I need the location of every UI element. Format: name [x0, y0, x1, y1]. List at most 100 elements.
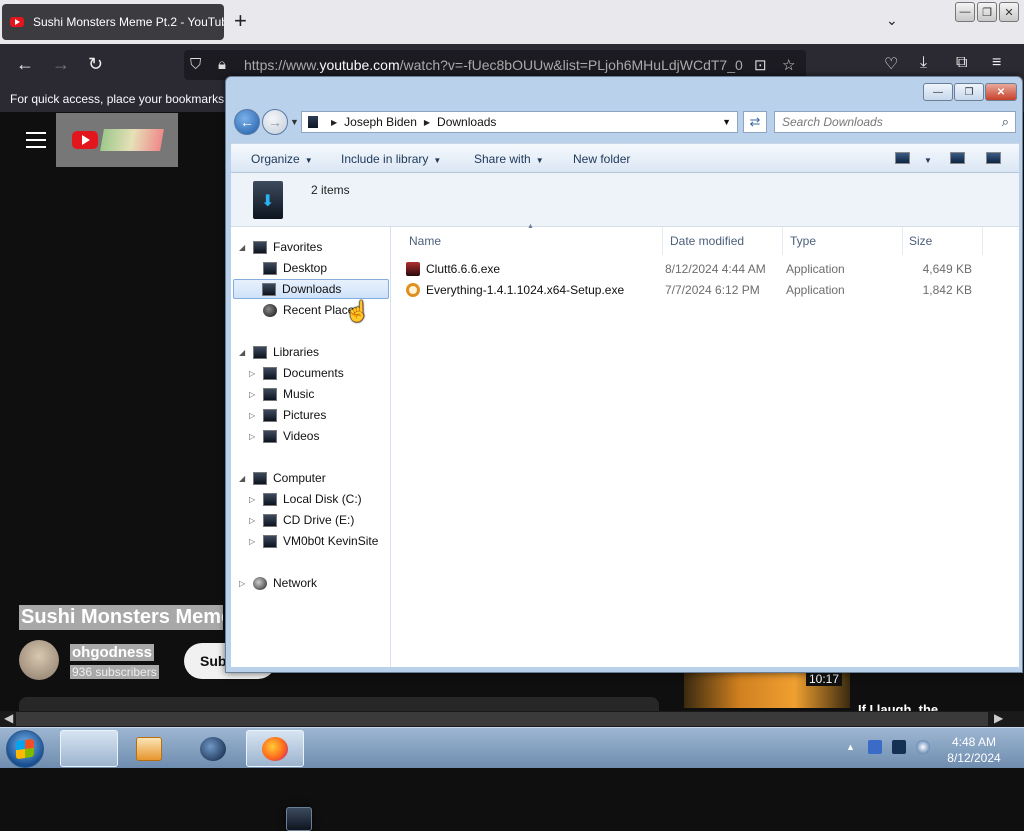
- system-clock[interactable]: 4:48 AM 8/12/2024: [936, 734, 1012, 766]
- explorer-window: — ❐ ✕ ← → ▼ ▶ Joseph Biden ▶ Downloads ▼…: [225, 76, 1023, 673]
- explorer-window-controls: — ❐ ✕: [923, 83, 1017, 101]
- share-with-button[interactable]: Share with ▼: [474, 152, 544, 166]
- browser-close-button[interactable]: ✕: [999, 2, 1019, 22]
- breadcrumb-separator-icon[interactable]: ▶: [331, 118, 337, 127]
- explorer-forward-button[interactable]: →: [262, 109, 288, 135]
- file-row[interactable]: Clutt6.6.6.exe 8/12/2024 4:44 AM Applica…: [406, 259, 981, 279]
- pocket-icon[interactable]: ♡: [884, 54, 898, 74]
- taskbar-media-player[interactable]: [120, 730, 178, 767]
- collapse-arrow-icon[interactable]: ▷: [249, 495, 259, 504]
- collapse-arrow-icon[interactable]: ▷: [249, 411, 259, 420]
- expand-arrow-icon[interactable]: ◢: [239, 348, 249, 357]
- search-icon[interactable]: ⌕: [1002, 114, 1009, 130]
- new-folder-button[interactable]: New folder: [573, 152, 630, 166]
- lock-icon[interactable]: 🔒︎: [218, 56, 226, 73]
- star-icon[interactable]: ☆: [782, 56, 795, 74]
- forward-button[interactable]: →: [52, 54, 70, 75]
- include-in-library-button[interactable]: Include in library ▼: [341, 152, 441, 166]
- extensions-icon[interactable]: ⧉: [956, 54, 967, 72]
- nav-downloads[interactable]: Downloads: [233, 279, 389, 299]
- collapse-arrow-icon[interactable]: ▷: [239, 579, 249, 588]
- volume-icon[interactable]: [916, 740, 930, 754]
- url-prefix: https://www.: [244, 57, 320, 73]
- channel-name[interactable]: ohgodness: [70, 644, 155, 661]
- scroll-track[interactable]: [16, 712, 988, 726]
- list-all-tabs-button[interactable]: ⌄: [886, 12, 898, 29]
- menu-icon[interactable]: ≡: [992, 54, 1001, 72]
- taskbar-explorer[interactable]: [60, 730, 312, 831]
- collapse-arrow-icon[interactable]: ▷: [249, 432, 259, 441]
- reload-button[interactable]: ↻: [88, 54, 103, 75]
- show-hidden-icons-icon[interactable]: ▲: [846, 742, 855, 752]
- nav-libraries[interactable]: ◢ Libraries: [239, 342, 319, 362]
- nav-network-drive[interactable]: ▷ VM0b0t KevinSite: [249, 531, 378, 551]
- file-date: 8/12/2024 4:44 AM: [665, 262, 766, 276]
- back-button[interactable]: ←: [16, 54, 34, 75]
- nav-label: Favorites: [273, 240, 323, 254]
- column-date-modified[interactable]: Date modified: [663, 227, 783, 255]
- breadcrumb-separator-icon[interactable]: ▶: [424, 118, 430, 127]
- preview-pane-icon[interactable]: [950, 152, 965, 164]
- nav-favorites[interactable]: ◢ Favorites: [239, 237, 322, 257]
- organize-button[interactable]: Organize ▼: [251, 152, 313, 166]
- scroll-right-icon[interactable]: ▶: [994, 711, 1003, 725]
- explorer-maximize-button[interactable]: ❐: [954, 83, 984, 101]
- breadcrumb-downloads[interactable]: Downloads: [437, 115, 496, 129]
- help-icon[interactable]: [986, 152, 1001, 164]
- nav-cd-drive[interactable]: ▷ CD Drive (E:): [249, 510, 354, 530]
- nav-label: Computer: [273, 471, 326, 485]
- taskbar-internet-explorer[interactable]: [184, 730, 242, 767]
- nav-local-disk[interactable]: ▷ Local Disk (C:): [249, 489, 362, 509]
- file-row[interactable]: Everything-1.4.1.1024.x64-Setup.exe 7/7/…: [406, 280, 981, 300]
- new-tab-button[interactable]: +: [234, 8, 247, 34]
- youtube-menu-icon[interactable]: [26, 132, 46, 153]
- file-size: 4,649 KB: [922, 262, 972, 276]
- nav-documents[interactable]: ▷ Documents: [249, 363, 344, 383]
- reader-icon[interactable]: ⊡: [754, 56, 767, 74]
- nav-videos[interactable]: ▷ Videos: [249, 426, 319, 446]
- clock-date: 8/12/2024: [947, 751, 1001, 765]
- browser-restore-button[interactable]: ❐: [977, 2, 997, 22]
- nav-network[interactable]: ▷ Network: [239, 573, 317, 593]
- change-view-icon[interactable]: [895, 152, 910, 164]
- view-options-dropdown-icon[interactable]: ▼: [919, 152, 932, 166]
- nav-desktop[interactable]: Desktop: [263, 258, 327, 278]
- collapse-arrow-icon[interactable]: ▷: [249, 390, 259, 399]
- explorer-close-button[interactable]: ✕: [985, 83, 1017, 101]
- recent-pages-dropdown-icon[interactable]: ▼: [290, 117, 299, 127]
- explorer-back-button[interactable]: ←: [234, 109, 260, 135]
- breadcrumb-joseph-biden[interactable]: Joseph Biden: [344, 115, 417, 129]
- address-dropdown-icon[interactable]: ▼: [722, 117, 731, 127]
- refresh-button[interactable]: ⇄: [743, 111, 767, 133]
- display-icon[interactable]: [892, 740, 906, 754]
- expand-arrow-icon[interactable]: ◢: [239, 243, 249, 252]
- expand-arrow-icon[interactable]: ◢: [239, 474, 249, 483]
- collapse-arrow-icon[interactable]: ▷: [249, 537, 259, 546]
- url-host: youtube.com: [319, 57, 400, 73]
- explorer-minimize-button[interactable]: —: [923, 83, 953, 101]
- browser-tab-youtube[interactable]: Sushi Monsters Meme Pt.2 - YouTube ✕: [2, 4, 224, 40]
- nav-computer[interactable]: ◢ Computer: [239, 468, 326, 488]
- column-name[interactable]: ▲ Name: [391, 223, 663, 255]
- column-size[interactable]: Size: [903, 227, 983, 255]
- horizontal-scrollbar[interactable]: ◀ ▶: [0, 711, 1024, 727]
- nav-music[interactable]: ▷ Music: [249, 384, 314, 404]
- taskbar-firefox[interactable]: [246, 730, 304, 767]
- item-count: 2 items: [311, 183, 350, 197]
- shield-icon[interactable]: ⛉: [190, 56, 201, 73]
- nav-pictures[interactable]: ▷ Pictures: [249, 405, 326, 425]
- action-center-icon[interactable]: [868, 740, 882, 754]
- collapse-arrow-icon[interactable]: ▷: [249, 369, 259, 378]
- channel-avatar[interactable]: [19, 640, 59, 680]
- search-input[interactable]: Search Downloads ⌕: [774, 111, 1016, 133]
- chevron-down-icon: ▼: [535, 156, 544, 165]
- address-bar[interactable]: ▶ Joseph Biden ▶ Downloads ▼: [301, 111, 738, 133]
- download-icon[interactable]: ⤓: [920, 54, 927, 72]
- column-type[interactable]: Type: [783, 227, 903, 255]
- youtube-logo[interactable]: [56, 113, 178, 167]
- browser-minimize-button[interactable]: —: [955, 2, 975, 22]
- comment-box[interactable]: [19, 697, 659, 711]
- collapse-arrow-icon[interactable]: ▷: [249, 516, 259, 525]
- start-button[interactable]: [6, 730, 44, 768]
- scroll-left-icon[interactable]: ◀: [4, 711, 13, 725]
